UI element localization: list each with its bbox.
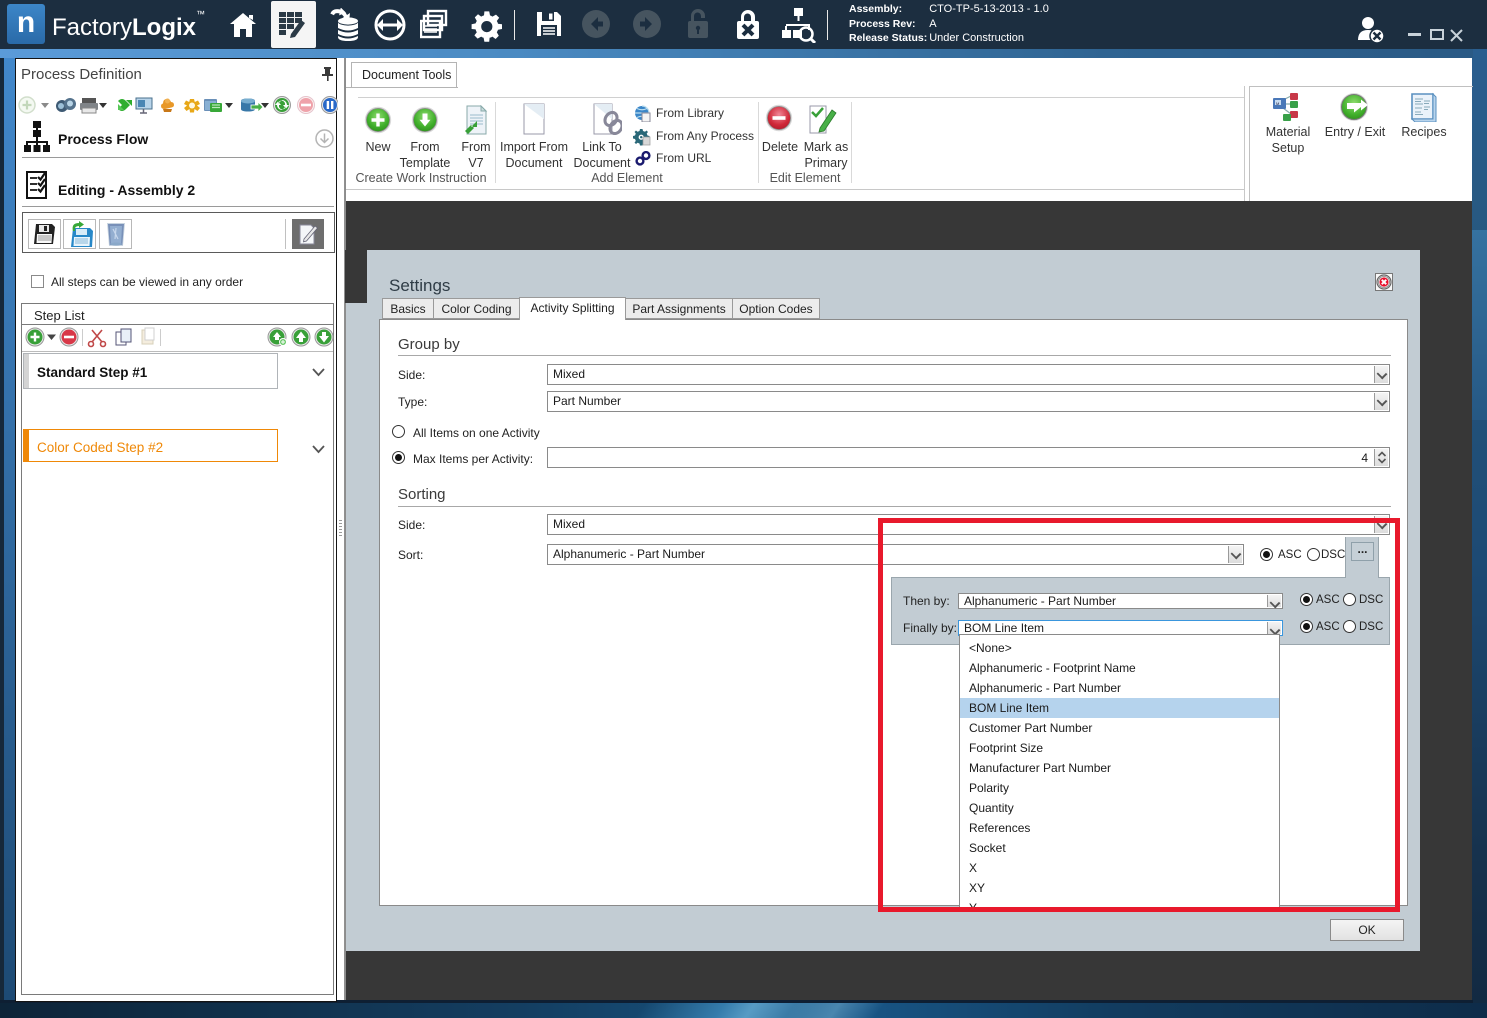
svg-text:M: M — [1276, 101, 1279, 106]
